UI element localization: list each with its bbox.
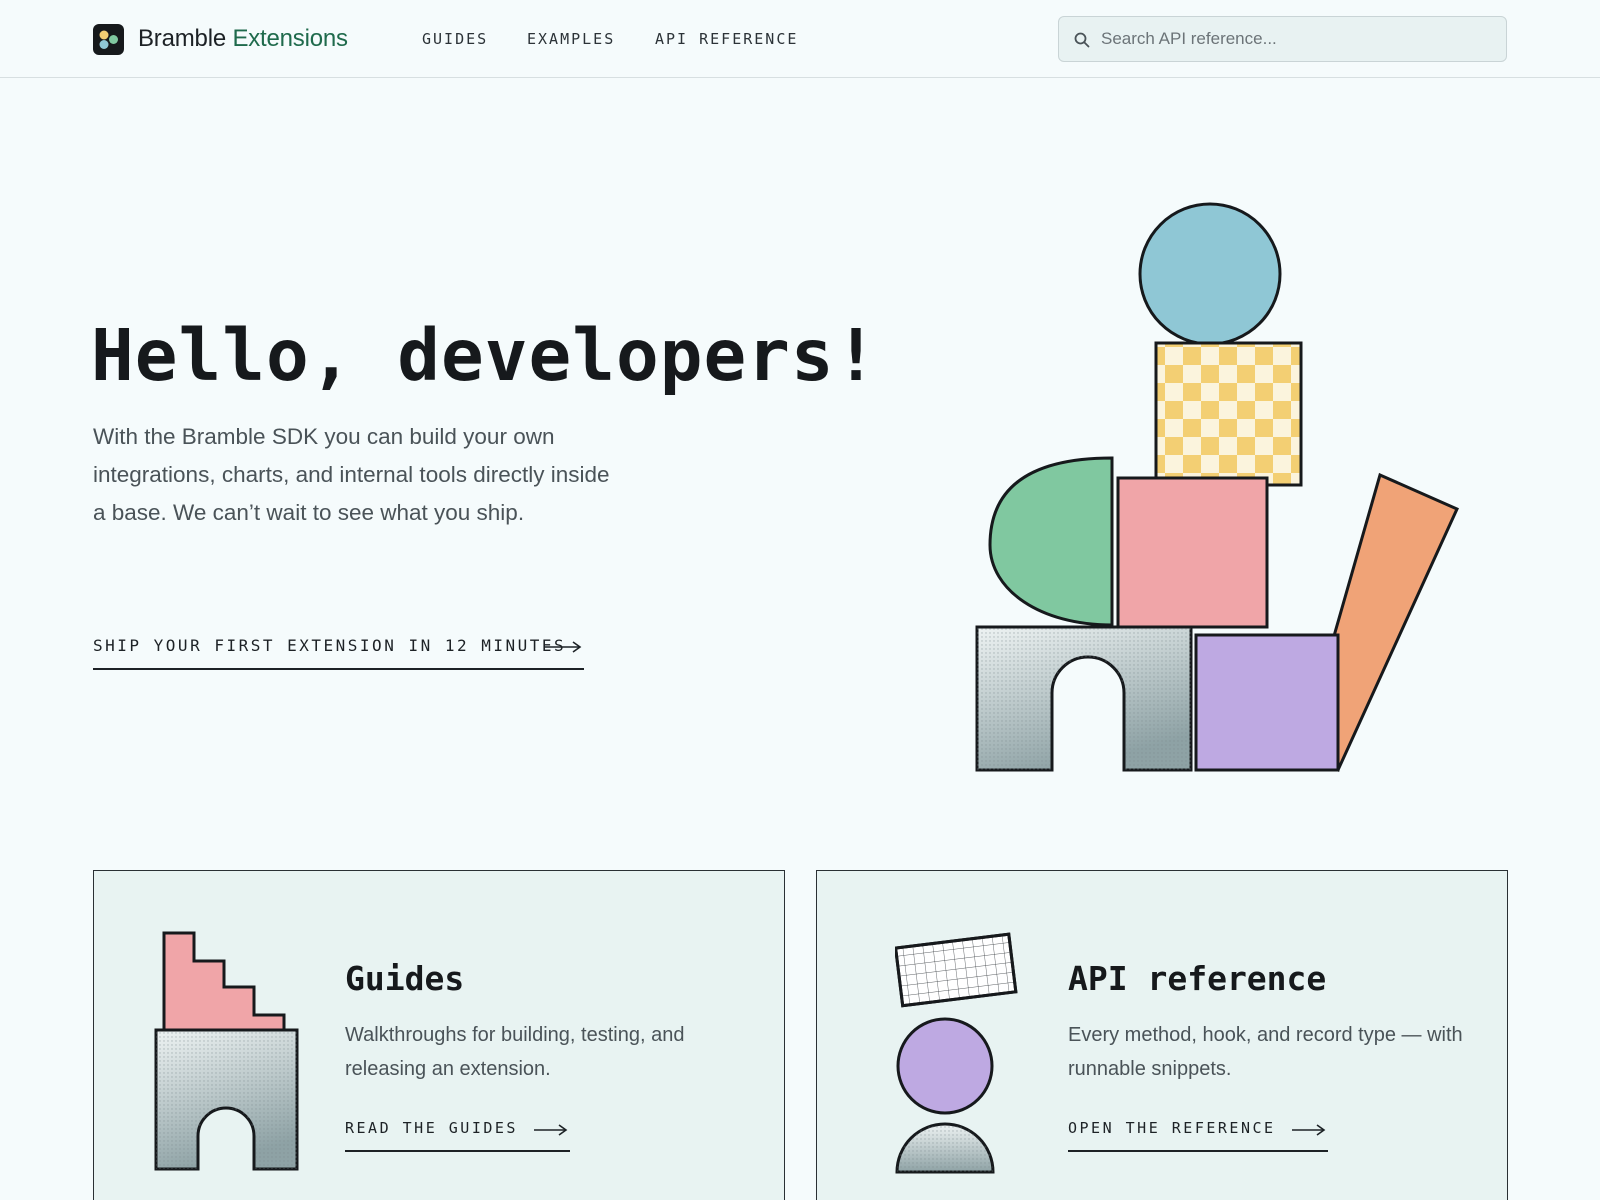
blue-circle-block — [1138, 202, 1282, 346]
search-icon — [1074, 32, 1090, 48]
nav-link-guides[interactable]: GUIDES — [422, 30, 488, 48]
brand-name-primary: Bramble — [138, 25, 226, 52]
read-the-guides-label: READ THE GUIDES — [345, 1119, 518, 1137]
nav-link-examples[interactable]: EXAMPLES — [527, 30, 615, 48]
arrow-right-icon — [533, 1124, 568, 1136]
top-navigation-bar: Bramble Extensions GUIDES EXAMPLES API R… — [0, 0, 1600, 78]
read-the-guides-link[interactable]: READ THE GUIDES — [345, 1119, 570, 1152]
stairs-arch-icon — [154, 931, 299, 1171]
open-the-reference-link[interactable]: OPEN THE REFERENCE — [1068, 1119, 1328, 1152]
green-half-ellipse-block — [988, 456, 1114, 627]
bramble-logo-icon[interactable] — [93, 24, 124, 55]
guides-card-description: Walkthroughs for building, testing, and … — [345, 1024, 685, 1080]
arrow-right-icon — [544, 641, 582, 653]
purple-block — [1194, 633, 1340, 772]
grid-circle-dome-icon — [895, 932, 1018, 1174]
search-box[interactable] — [1058, 16, 1507, 62]
brand-name[interactable]: Bramble Extensions — [138, 25, 348, 53]
api-reference-card-title: API reference — [1068, 959, 1327, 998]
guides-card-title: Guides — [345, 959, 465, 998]
hero-title: Hello, developers! — [91, 314, 879, 397]
nav-link-api-reference[interactable]: API REFERENCE — [655, 30, 798, 48]
cta-label: SHIP YOUR FIRST EXTENSION IN 12 MINUTES — [93, 636, 567, 655]
api-reference-card-description: Every method, hook, and record type — wi… — [1068, 1024, 1463, 1080]
search-input[interactable] — [1101, 17, 1501, 61]
building-blocks-illustration — [975, 202, 1459, 772]
checkered-block — [1154, 341, 1303, 487]
ship-first-extension-link[interactable]: SHIP YOUR FIRST EXTENSION IN 12 MINUTES — [93, 636, 584, 670]
arrow-right-icon — [1291, 1124, 1325, 1136]
open-the-reference-label: OPEN THE REFERENCE — [1068, 1119, 1276, 1137]
hero-description: With the Bramble SDK you can build your … — [93, 424, 610, 525]
api-reference-card[interactable]: API reference Every method, hook, and re… — [816, 870, 1508, 1200]
guides-card[interactable]: Guides Walkthroughs for building, testin… — [93, 870, 785, 1200]
brand-name-accent: Extensions — [232, 25, 348, 52]
pink-block — [1116, 476, 1269, 629]
